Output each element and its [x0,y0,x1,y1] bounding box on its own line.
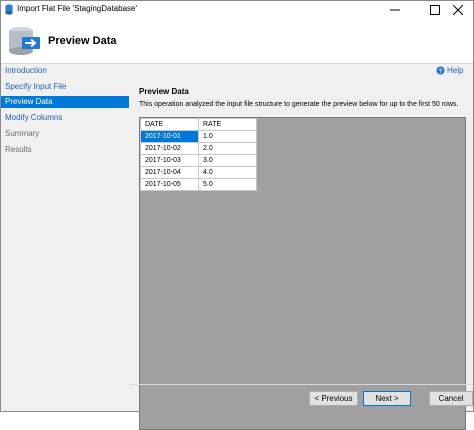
wizard-header: Preview Data [1,18,473,63]
grid-cell[interactable]: 3.0 [198,154,257,167]
grid-cell[interactable]: 2.0 [198,142,257,155]
next-button[interactable]: Next > [363,391,411,406]
section-title: Preview Data [139,87,189,96]
grid-cell[interactable]: 2017-10-02 [140,142,199,155]
column-header-rate[interactable]: RATE [198,118,257,131]
import-flat-file-window: Import Flat File 'StagingDatabase' Previ… [0,0,474,430]
footer-divider [129,384,473,385]
window-title: Import Flat File 'StagingDatabase' [17,4,137,13]
grid-cell-selected[interactable]: 2017-10-01 [140,130,199,143]
table-row: 2017-10-05 5.0 [140,178,257,191]
nav-item-introduction[interactable]: Introduction [1,65,129,77]
table-row: 2017-10-03 3.0 [140,154,257,167]
maximize-icon [430,4,440,15]
nav-item-results: Results [5,145,32,154]
grid-cell[interactable]: 1.0 [198,130,257,143]
table-row: 2017-10-04 4.0 [140,166,257,179]
database-import-icon [9,27,40,55]
close-icon [452,4,463,15]
close-button[interactable] [442,1,473,18]
minimize-button[interactable] [379,1,411,18]
cancel-button[interactable]: Cancel [429,391,473,406]
nav-item-modify-columns[interactable]: Modify Columns [1,112,129,124]
column-header-date[interactable]: DATE [140,118,199,131]
page-title: Preview Data [48,35,117,47]
minimize-icon [390,9,400,10]
table-row: 2017-10-01 1.0 [140,130,257,143]
table-row: 2017-10-02 2.0 [140,142,257,155]
grid-cell[interactable]: 5.0 [198,178,257,191]
grid-cell[interactable]: 4.0 [198,166,257,179]
help-icon: ? [436,66,445,75]
grid-cell[interactable]: 2017-10-05 [140,178,199,191]
database-icon [5,4,13,15]
grid-header-row: DATE RATE [140,118,257,131]
help-link[interactable]: ? Help [436,64,463,76]
section-description: This operation analyzed the input file s… [139,101,459,108]
grid-cell[interactable]: 2017-10-03 [140,154,199,167]
previous-button[interactable]: < Previous [309,391,358,406]
help-label[interactable]: Help [447,66,463,75]
preview-grid: DATE RATE 2017-10-01 1.0 2017-10-02 2.0 … [140,118,257,191]
nav-item-specify-input-file[interactable]: Specify Input File [1,81,129,93]
nav-item-summary: Summary [5,129,40,138]
svg-text:?: ? [439,68,443,75]
grid-cell[interactable]: 2017-10-04 [140,166,199,179]
nav-item-preview-data[interactable]: Preview Data [1,96,129,108]
wizard-navigation: Introduction Specify Input File Preview … [1,64,129,411]
main-panel: ? Help Preview Data This operation analy… [129,64,473,430]
title-bar: Import Flat File 'StagingDatabase' [1,1,473,18]
